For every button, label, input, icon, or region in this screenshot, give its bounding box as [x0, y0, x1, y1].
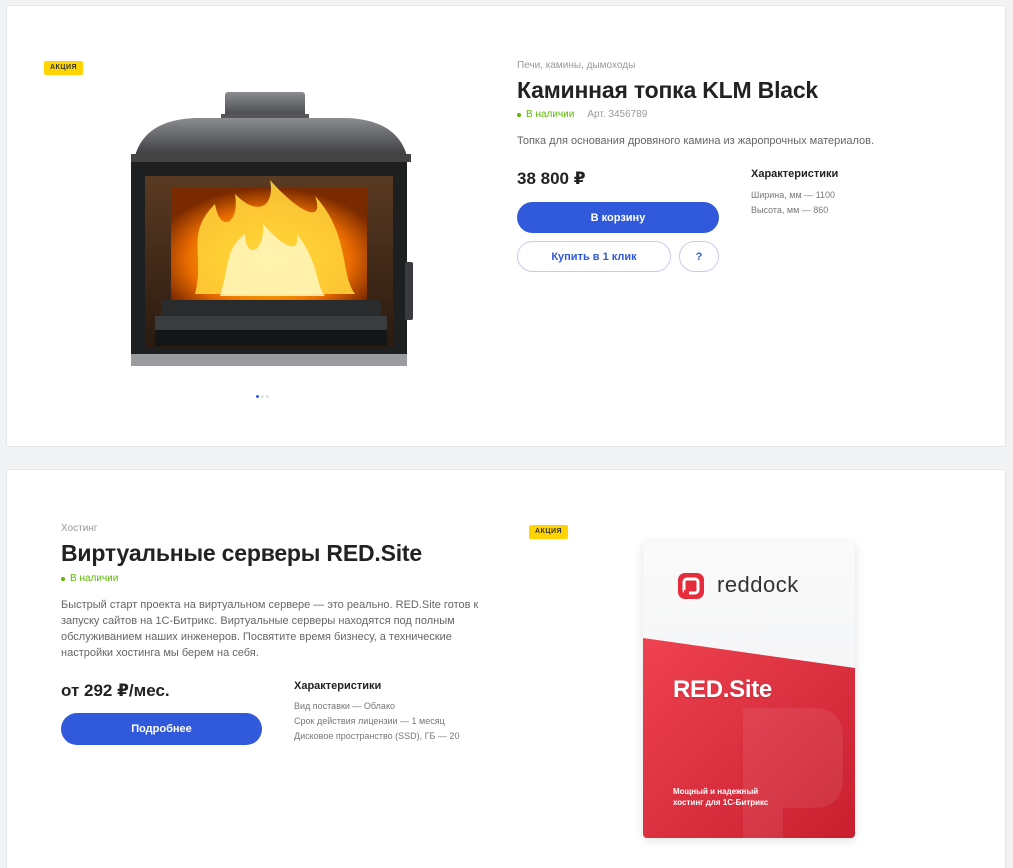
stock-dot-icon: [61, 576, 65, 581]
stock-dot-icon: [517, 112, 521, 117]
product-card-hosting: Хостинг Виртуальные серверы RED.Site В н…: [6, 469, 1006, 868]
spec-line: Ширина, мм — 1100: [751, 190, 836, 200]
reddock-logo-text: reddock: [717, 572, 799, 597]
product-description: Топка для основания дровяного камина из …: [517, 135, 875, 147]
specs-title: Характеристики: [751, 168, 839, 180]
spec-line: Дисковое пространство (SSD), ГБ — 20: [294, 731, 460, 741]
add-to-cart-button[interactable]: В корзину: [517, 202, 719, 233]
product-category[interactable]: Хостинг: [61, 523, 97, 534]
product-title[interactable]: Виртуальные серверы RED.Site: [61, 540, 422, 567]
promo-badge: акция: [529, 525, 569, 539]
gallery-dot[interactable]: [261, 395, 264, 398]
gallery-dots[interactable]: [256, 395, 269, 398]
spec-line: Срок действия лицензии — 1 месяц: [294, 716, 445, 726]
gallery-dot[interactable]: [256, 395, 259, 398]
product-title[interactable]: Каминная топка KLM Black: [517, 77, 818, 104]
fireplace-image[interactable]: [125, 84, 417, 374]
box-product-name: RED.Site: [673, 676, 772, 703]
description-line: запуску сайтов на 1С-Битрикс. Виртуальны…: [61, 615, 455, 627]
box-red-panel: [643, 638, 855, 838]
specs-title: Характеристики: [294, 680, 382, 692]
red-site-box-image[interactable]: reddock RED.Site Мощный и надежный хости…: [643, 542, 855, 838]
product-category[interactable]: Печи, камины, дымоходы: [517, 60, 635, 71]
product-description: Быстрый старт проекта на виртуальном сер…: [61, 597, 501, 661]
description-line: Быстрый старт проекта на виртуальном сер…: [61, 599, 479, 611]
spec-line: Вид поставки — Облако: [294, 701, 395, 711]
gallery-dot[interactable]: [266, 395, 269, 398]
product-card-fireplace: акция: [6, 5, 1006, 447]
spec-line: Высота, мм — 860: [751, 205, 829, 215]
box-tagline: Мощный и надежный хостинг для 1С-Битрикс: [673, 786, 768, 808]
buy-one-click-button[interactable]: Купить в 1 клик: [517, 241, 671, 272]
more-details-button[interactable]: Подробнее: [61, 713, 262, 745]
reddock-logo-icon: [678, 573, 704, 599]
box-tagline-line: хостинг для 1С-Битрикс: [673, 798, 769, 807]
description-line: настройки хостинга мы берем на себя.: [61, 647, 259, 659]
product-price: 38 800 ₽: [517, 169, 586, 188]
stock-status: В наличии Арт. 3456789: [517, 109, 647, 120]
question-button[interactable]: ?: [679, 241, 719, 272]
box-tagline-line: Мощный и надежный: [673, 787, 759, 796]
promo-badge: акция: [44, 61, 84, 75]
product-price: от 292 ₽/мес.: [61, 681, 170, 700]
stock-label: В наличии: [70, 573, 119, 584]
stock-status: В наличии: [61, 573, 118, 584]
description-line: обслуживанием наших инженеров. Посвятите…: [61, 631, 452, 643]
article-number: Арт. 3456789: [587, 109, 648, 120]
stock-label: В наличии: [526, 109, 575, 120]
